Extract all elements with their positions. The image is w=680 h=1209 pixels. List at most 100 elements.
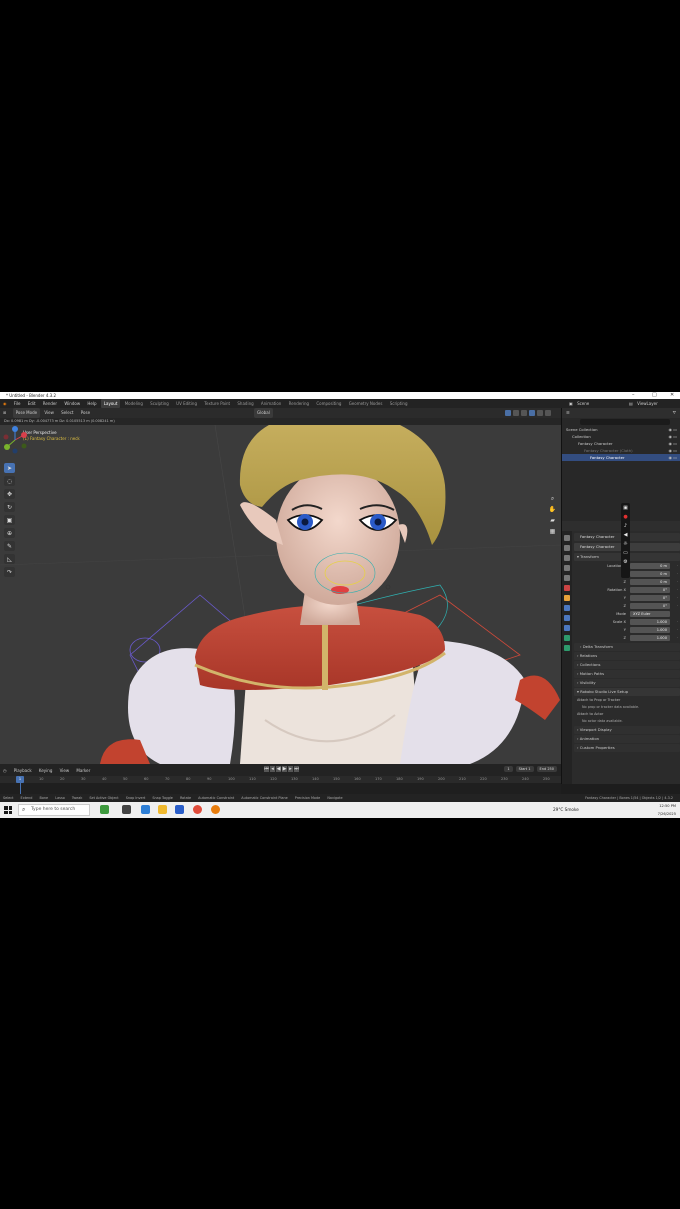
tab-scripting[interactable]: Scripting xyxy=(387,399,411,408)
task-view-icon[interactable] xyxy=(122,805,131,814)
object-tab-icon[interactable] xyxy=(564,595,570,601)
tab-animation[interactable]: Animation xyxy=(258,399,284,408)
outliner-row[interactable]: Collection ◉ ▭ xyxy=(562,433,680,440)
weather-widget[interactable]: 29°C Smoke xyxy=(553,806,579,814)
scene-tab-icon[interactable] xyxy=(564,575,570,581)
rotate-icon[interactable]: ↻ xyxy=(4,502,15,512)
editor-type-icon[interactable]: ⊞ xyxy=(0,408,9,418)
close-button[interactable]: ✕ xyxy=(670,392,674,399)
minimize-button[interactable]: – xyxy=(632,392,635,399)
visibility-panel[interactable]: › Visibility xyxy=(574,679,680,687)
store-icon[interactable] xyxy=(175,805,184,814)
outliner-row[interactable]: Fantasy Character (Cloth) ◉ ▭ xyxy=(562,447,680,454)
gear-icon[interactable]: ⚙ xyxy=(622,559,629,566)
grid-icon[interactable]: ▦ xyxy=(548,527,557,536)
output-tab-icon[interactable] xyxy=(564,555,570,561)
view-layer-tab-icon[interactable] xyxy=(564,565,570,571)
start-frame-field[interactable]: Start 1 xyxy=(515,766,534,772)
tab-compositing[interactable]: Compositing xyxy=(313,399,344,408)
menu-window[interactable]: Window xyxy=(61,399,83,408)
tab-texture-paint[interactable]: Texture Paint xyxy=(201,399,233,408)
scale-y-field[interactable]: 1.000 xyxy=(630,627,670,633)
bone-tab-icon[interactable] xyxy=(564,645,570,651)
blender-taskbar-icon[interactable] xyxy=(211,805,220,814)
render-tab-icon[interactable] xyxy=(564,545,570,551)
material-shading-icon[interactable] xyxy=(537,410,543,416)
pan-icon[interactable]: ✋ xyxy=(548,505,557,514)
keyframe-dot-icon[interactable]: · xyxy=(677,570,678,578)
roll-icon[interactable]: ↷ xyxy=(4,567,15,577)
menu-keying[interactable]: Keying xyxy=(36,766,55,775)
blender-logo-icon[interactable]: ◉ xyxy=(0,399,10,408)
render-icon[interactable]: ▣ xyxy=(622,505,629,512)
outliner-editor-icon[interactable]: ☰ xyxy=(566,410,570,415)
viewport-display-panel[interactable]: › Viewport Display xyxy=(574,726,680,734)
keyframe-dot-icon[interactable]: · xyxy=(677,578,678,586)
view-layer-selector[interactable]: ▤ ViewLayer xyxy=(626,399,664,408)
visibility-eye-icon[interactable]: ◉ ▭ xyxy=(668,440,677,447)
visibility-eye-icon[interactable]: ◉ ▭ xyxy=(668,447,677,454)
camera-icon[interactable]: ▰ xyxy=(548,516,557,525)
move-icon[interactable]: ✥ xyxy=(4,489,15,499)
mode-selector[interactable]: Pose Mode xyxy=(12,408,41,418)
settings-icon[interactable]: ☼ xyxy=(622,541,629,548)
outliner-row[interactable]: Scene Collection ◉ ▭ xyxy=(562,426,680,433)
location-x-field[interactable]: 0 m xyxy=(630,563,670,569)
end-frame-field[interactable]: End 250 xyxy=(536,766,557,772)
rokoko-panel-header[interactable]: ▾ Rokoko Studio Live Setup xyxy=(574,688,680,696)
taskbar-search-input[interactable]: Type here to search xyxy=(18,804,90,816)
data-tab-icon[interactable] xyxy=(564,635,570,641)
menu-view[interactable]: View xyxy=(41,408,57,418)
rotation-x-field[interactable]: 0° xyxy=(630,587,670,593)
chrome-icon[interactable] xyxy=(193,805,202,814)
keyframe-dot-icon[interactable]: · xyxy=(677,562,678,570)
system-tray-clock[interactable]: 12:50 PM 7/26/2025 xyxy=(658,802,676,818)
plant-app-icon[interactable] xyxy=(100,805,109,814)
menu-playback[interactable]: Playback xyxy=(11,766,35,775)
zoom-icon[interactable]: ⌕ xyxy=(548,494,557,503)
filter-icon[interactable]: ⛛ xyxy=(673,408,676,418)
tab-rendering[interactable]: Rendering xyxy=(286,399,312,408)
overlay-icon[interactable] xyxy=(505,410,511,416)
annotate-icon[interactable]: ✎ xyxy=(4,541,15,551)
wireframe-shading-icon[interactable] xyxy=(521,410,527,416)
prev-key-icon[interactable]: ◂ xyxy=(270,766,275,772)
3d-viewport[interactable]: User Perspective (1) Fantasy Character :… xyxy=(0,425,561,764)
menu-select[interactable]: Select xyxy=(58,408,76,418)
play-reverse-icon[interactable]: ◀ xyxy=(276,766,281,772)
tab-geometry-nodes[interactable]: Geometry Nodes xyxy=(346,399,386,408)
maximize-button[interactable]: □ xyxy=(652,392,657,399)
modifier-tab-icon[interactable] xyxy=(564,605,570,611)
xray-icon[interactable] xyxy=(513,410,519,416)
outliner-search-input[interactable] xyxy=(580,419,670,425)
visibility-eye-icon[interactable]: ◉ ▭ xyxy=(668,454,677,461)
scale-z-field[interactable]: 1.000 xyxy=(630,635,670,641)
location-y-field[interactable]: 0 m xyxy=(630,571,670,577)
orientation-selector[interactable]: Global xyxy=(254,408,273,418)
constraint-tab-icon[interactable] xyxy=(564,625,570,631)
rendered-shading-icon[interactable] xyxy=(545,410,551,416)
current-frame-field[interactable]: 1 xyxy=(504,766,513,772)
measure-icon[interactable]: ◺ xyxy=(4,554,15,564)
outliner-row[interactable]: Fantasy Character ◉ ▭ xyxy=(562,454,680,461)
location-z-field[interactable]: 0 m xyxy=(630,579,670,585)
camera-flyout-icon[interactable]: ▭ xyxy=(622,550,629,557)
play-icon[interactable]: ▶ xyxy=(282,766,287,772)
relations-panel[interactable]: › Relations xyxy=(574,652,680,660)
outliner-row[interactable]: Fantasy Character ◉ ▭ xyxy=(562,440,680,447)
speaker-icon[interactable]: ◀ xyxy=(622,532,629,539)
collections-panel[interactable]: › Collections xyxy=(574,661,680,669)
tab-sculpting[interactable]: Sculpting xyxy=(147,399,172,408)
clock-icon[interactable]: ◷ xyxy=(0,766,10,775)
keyframe-dot-icon[interactable]: · xyxy=(677,586,678,594)
visibility-eye-icon[interactable]: ◉ ▭ xyxy=(668,433,677,440)
motion-paths-panel[interactable]: › Motion Paths xyxy=(574,670,680,678)
menu-pose[interactable]: Pose xyxy=(78,408,93,418)
tool-tab-icon[interactable] xyxy=(564,535,570,541)
jump-end-icon[interactable]: ⏭ xyxy=(294,766,299,772)
tab-uv-editing[interactable]: UV Editing xyxy=(173,399,200,408)
timeline-playhead[interactable]: 1 xyxy=(16,776,24,783)
jump-start-icon[interactable]: ⏮ xyxy=(264,766,269,772)
menu-marker[interactable]: Marker xyxy=(73,766,93,775)
menu-file[interactable]: File xyxy=(11,399,24,408)
